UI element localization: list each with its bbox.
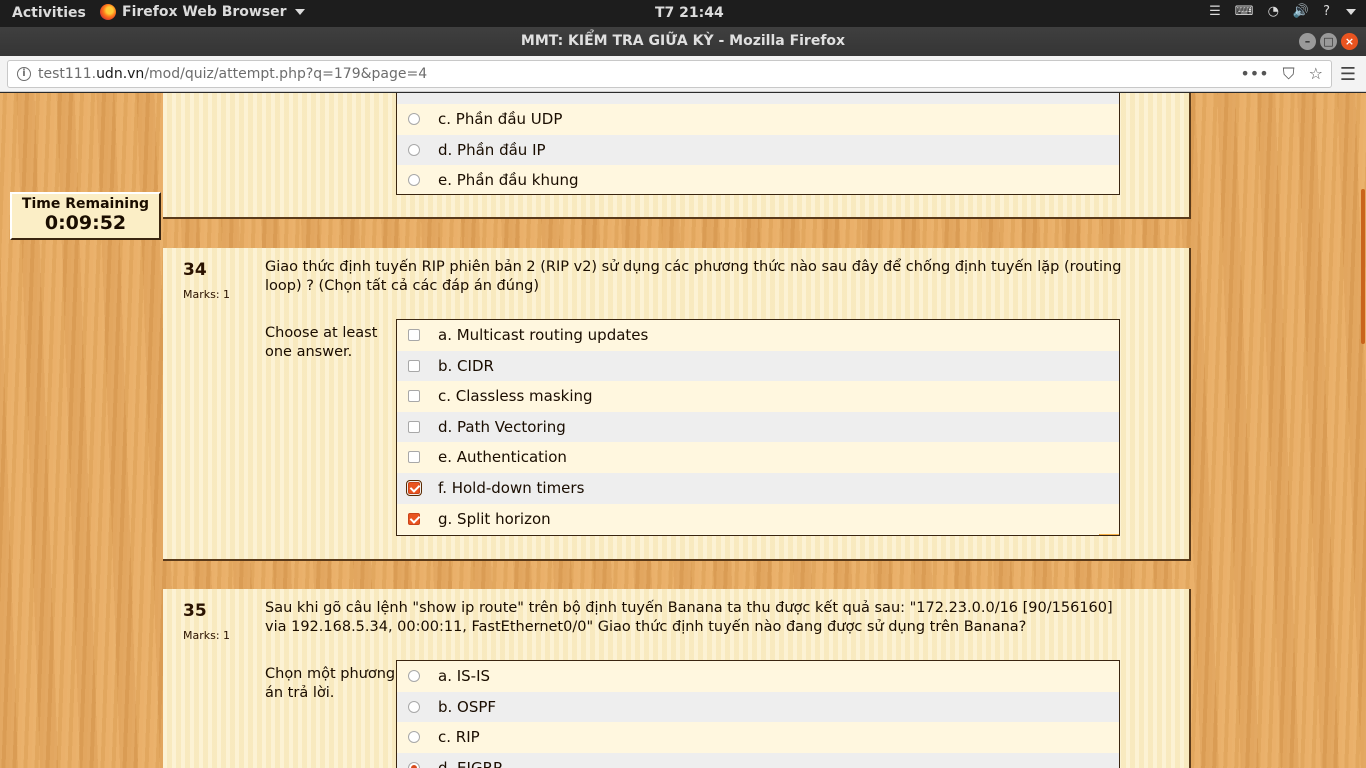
answer-label: c. Classless masking (438, 387, 593, 406)
radio-button[interactable] (408, 143, 420, 156)
answer-row[interactable]: a. IS-IS (397, 661, 1119, 692)
time-remaining-value: 0:09:52 (44, 212, 127, 234)
radio-button[interactable] (408, 761, 420, 768)
firefox-icon (100, 4, 116, 20)
answer-prompt: Chọn một phương án trả lời. (265, 666, 396, 701)
checkbox[interactable] (408, 390, 420, 403)
activities-button[interactable]: Activities (12, 5, 86, 21)
answer-row[interactable]: b. CIDR (397, 350, 1119, 382)
answer-list: c. Phần đầu UDP d. Phần đầu IP e. Phần đ… (396, 93, 1120, 195)
system-menu-chevron-icon[interactable] (1346, 8, 1356, 15)
checkbox[interactable] (408, 359, 420, 372)
answer-row[interactable]: d. Path Vectoring (397, 411, 1119, 443)
answer-label: e. Phần đầu khung (438, 171, 579, 190)
answer-label: b. CIDR (438, 356, 494, 375)
time-remaining-label: Time Remaining (21, 196, 150, 212)
url-path: /mod/quiz/attempt.php?q=179&page=4 (144, 66, 428, 82)
answer-list: a. Multicast routing updates b. CIDR c. … (396, 319, 1120, 536)
answer-label: g. Split horizon (438, 509, 551, 528)
answer-prompt: Choose at least one answer. (265, 325, 378, 360)
answer-list: a. IS-IS b. OSPF c. RIP d. EIGRP (396, 660, 1120, 768)
clock[interactable]: T7 21:44 (655, 5, 724, 21)
answer-row[interactable]: g. Split horizon (397, 503, 1119, 535)
volume-icon[interactable]: 🔊 (1293, 4, 1309, 19)
question-text: Giao thức định tuyến RIP phiên bản 2 (RI… (265, 259, 1122, 294)
radio-button[interactable] (408, 731, 420, 744)
url-host-prefix: test111. (38, 66, 97, 82)
checkbox[interactable] (408, 420, 420, 433)
question-marks: Marks: 1 (183, 629, 231, 642)
answer-row[interactable]: e. Authentication (397, 442, 1119, 473)
question-number: 35 (183, 601, 207, 621)
answer-row[interactable]: c. RIP (397, 722, 1119, 753)
scrollbar-thumb[interactable] (1361, 189, 1365, 344)
answer-label: a. IS-IS (438, 667, 491, 685)
page-scrollbar[interactable] (1360, 93, 1366, 768)
answer-row[interactable]: c. Classless masking (397, 381, 1119, 412)
radio-button[interactable] (408, 174, 420, 187)
question-text: Sau khi gõ câu lệnh "show ip route" trên… (265, 600, 1113, 635)
answer-row[interactable]: f. Hold-down timers (397, 472, 1119, 504)
info-icon[interactable]: i (17, 67, 31, 81)
system-top-bar: Activities Firefox Web Browser T7 21:44 … (0, 0, 1366, 27)
answer-label: d. Phần đầu IP (438, 140, 546, 159)
answer-row[interactable]: a. Multicast routing updates (397, 320, 1119, 351)
question-number: 34 (183, 260, 207, 280)
answer-label: e. Authentication (438, 448, 567, 467)
pocket-icon[interactable]: ⛉ (1283, 61, 1295, 87)
help-icon[interactable]: ? (1323, 4, 1330, 19)
answer-label: c. Phần đầu UDP (438, 110, 563, 128)
radio-button[interactable] (408, 113, 420, 125)
menu-icon[interactable]: ☰ (1340, 64, 1356, 85)
maximize-button[interactable]: □ (1320, 33, 1337, 50)
window-title: MMT: KIỂM TRA GIỮA KỲ - Mozilla Firefox (520, 33, 846, 49)
app-menu-label: Firefox Web Browser (122, 4, 287, 20)
radio-button[interactable] (408, 670, 420, 682)
question-33-box: c. Phần đầu UDP d. Phần đầu IP e. Phần đ… (163, 93, 1191, 219)
answer-label: d. Path Vectoring (438, 417, 566, 436)
close-button[interactable]: × (1341, 33, 1358, 50)
question-34-box: 34 Marks: 1 Giao thức định tuyến RIP phi… (163, 248, 1191, 561)
answer-label: d. EIGRP (438, 758, 503, 768)
question-35-box: 35 Marks: 1 Sau khi gõ câu lệnh "show ip… (163, 589, 1191, 768)
answer-row[interactable]: c. Phần đầu UDP (397, 104, 1119, 135)
question-marks: Marks: 1 (183, 288, 231, 301)
time-remaining-block: Time Remaining 0:09:52 (10, 192, 161, 240)
answer-label: b. OSPF (438, 697, 497, 716)
answer-row[interactable]: e. Phần đầu khung (397, 165, 1119, 194)
wifi-icon[interactable]: ◔ (1268, 4, 1279, 19)
bookmark-star-icon[interactable]: ☆ (1309, 61, 1323, 87)
answer-row[interactable]: d. Phần đầu IP (397, 134, 1119, 166)
answer-label: c. RIP (438, 728, 480, 747)
answer-row[interactable]: b. OSPF (397, 691, 1119, 723)
checkbox[interactable] (408, 512, 420, 525)
page-actions-icon[interactable]: ••• (1240, 61, 1268, 87)
url-bar[interactable]: i test111.udn.vn/mod/quiz/attempt.php?q=… (7, 60, 1332, 88)
answer-label: a. Multicast routing updates (438, 326, 649, 344)
answer-label: f. Hold-down timers (438, 478, 585, 497)
app-menu[interactable]: Firefox Web Browser (100, 4, 305, 20)
notes-icon[interactable]: ☰ (1209, 4, 1221, 19)
url-host: udn.vn (96, 66, 145, 82)
radio-button[interactable] (408, 700, 420, 713)
keyboard-icon[interactable]: ⌨ (1235, 4, 1254, 19)
checkbox[interactable] (408, 451, 420, 464)
system-tray[interactable]: ☰ ⌨ ◔ 🔊 ? (1209, 4, 1356, 19)
navigation-bar: i test111.udn.vn/mod/quiz/attempt.php?q=… (0, 56, 1366, 92)
checkbox[interactable] (406, 479, 422, 496)
answer-row[interactable]: d. EIGRP (397, 752, 1119, 768)
checkbox[interactable] (408, 329, 420, 341)
minimize-button[interactable]: – (1299, 33, 1316, 50)
chevron-down-icon (294, 9, 305, 15)
window-titlebar: MMT: KIỂM TRA GIỮA KỲ - Mozilla Firefox … (0, 27, 1366, 56)
quiz-page: c. Phần đầu UDP d. Phần đầu IP e. Phần đ… (0, 93, 1366, 768)
answer-row[interactable] (397, 93, 1119, 104)
